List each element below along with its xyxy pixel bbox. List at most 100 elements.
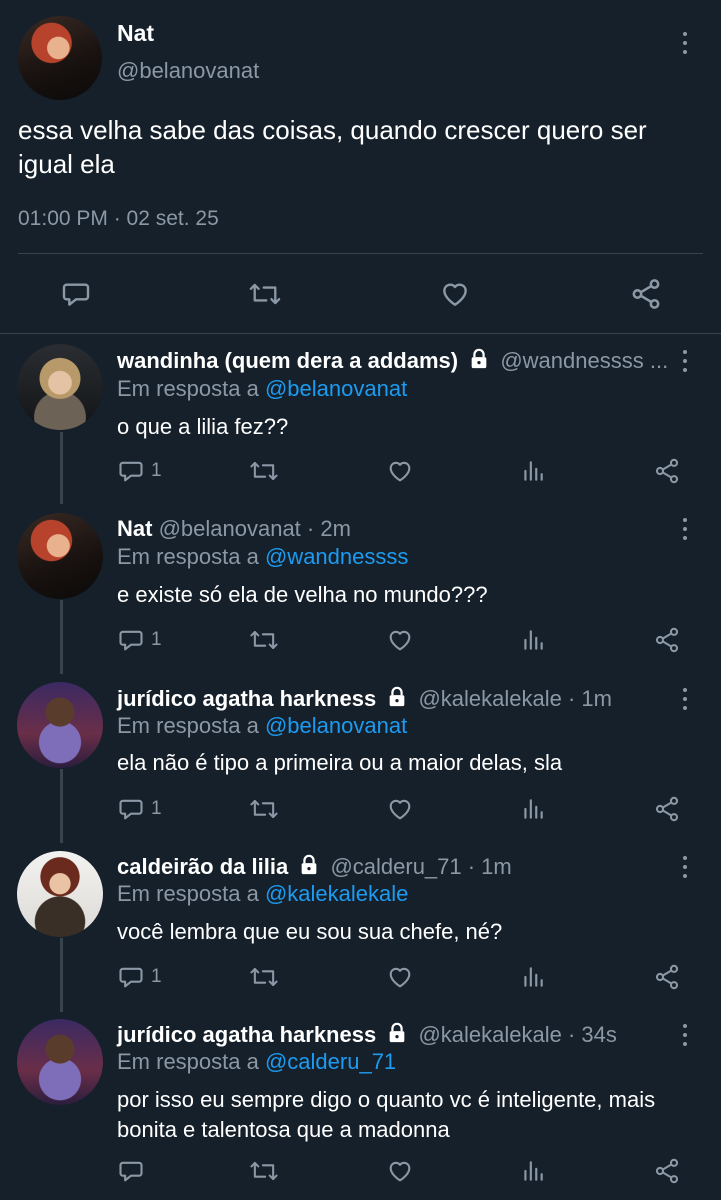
reply-button[interactable]: 1 [117,457,162,485]
author-handle[interactable]: @calderu_71 · 1m [330,854,511,879]
avatar[interactable] [18,16,102,100]
avatar[interactable] [17,851,103,937]
reply-header: caldeirão da lilia @calderu_71 · 1m [117,854,512,880]
like-button[interactable] [438,278,472,310]
share-button[interactable] [629,277,663,311]
reply-count: 1 [151,966,162,987]
share-icon [655,458,679,484]
retweet-button[interactable] [248,457,280,485]
like-button[interactable] [385,1157,415,1185]
author-handle[interactable]: @belanovanat [117,58,259,84]
analytics-icon [524,461,543,481]
avatar[interactable] [17,1019,103,1105]
share-button[interactable] [653,962,681,992]
retweet-button[interactable] [248,626,280,654]
reply-label: Em resposta a [117,881,259,906]
reply-button[interactable] [60,278,92,310]
retweet-button[interactable] [248,963,280,991]
speech-bubble-icon [119,630,143,651]
avatar[interactable] [17,344,103,430]
reply-count: 1 [151,460,162,481]
like-button[interactable] [385,626,415,654]
more-vertical-icon[interactable] [681,518,689,540]
analytics-icon [524,1161,543,1181]
retweet-icon [250,799,278,819]
divider [0,333,721,334]
heart-icon [389,1161,411,1182]
reply-label: Em resposta a [117,544,259,569]
share-button[interactable] [653,1156,681,1186]
reply-button[interactable]: 1 [117,626,162,654]
like-button[interactable] [385,457,415,485]
reply-header: wandinha (quem dera a addams) @wandnesss… [117,348,668,374]
heart-icon [389,967,411,988]
reply-count: 1 [151,798,162,819]
reply-context: Em resposta a @belanovanat [117,713,407,739]
share-icon [655,796,679,822]
analytics-button[interactable] [520,795,546,823]
mention-link[interactable]: @belanovanat [265,376,407,401]
reply-context: Em resposta a @wandnessss [117,544,408,570]
reply-context: Em resposta a @belanovanat [117,376,407,402]
mention-link[interactable]: @calderu_71 [265,1049,396,1074]
like-button[interactable] [385,963,415,991]
author-name[interactable]: wandinha (quem dera a addams) [117,348,458,373]
tweet-timestamp: 01:00 PM · 02 set. 25 [18,207,219,230]
thread-line [60,938,63,1012]
reply-label: Em resposta a [117,376,259,401]
analytics-button[interactable] [520,626,546,654]
author-name[interactable]: jurídico agatha harkness [117,1022,376,1047]
lock-icon [389,1022,405,1043]
speech-bubble-icon [119,461,143,482]
analytics-button[interactable] [520,457,546,485]
share-button[interactable] [653,794,681,824]
avatar[interactable] [17,682,103,768]
reply-label: Em resposta a [117,1049,259,1074]
like-button[interactable] [385,795,415,823]
more-vertical-icon[interactable] [681,688,689,710]
tweet-text: por isso eu sempre digo o quanto vc é in… [117,1087,656,1142]
tweet-text: ela não é tipo a primeira ou a maior del… [117,750,563,775]
more-vertical-icon[interactable] [681,1024,689,1046]
author-handle[interactable]: @kalekalekale · 34s [418,1022,616,1047]
author-name[interactable]: caldeirão da lilia [117,854,288,879]
analytics-icon [524,967,543,987]
analytics-button[interactable] [520,1157,546,1185]
speech-bubble-icon [119,1161,143,1182]
heart-icon [443,283,467,306]
author-name[interactable]: Nat [117,516,152,541]
share-button[interactable] [653,625,681,655]
avatar[interactable] [17,513,103,599]
retweet-button[interactable] [247,278,283,310]
reply-button[interactable] [117,1157,151,1185]
heart-icon [389,799,411,820]
author-handle[interactable]: @kalekalekale · 1m [418,686,612,711]
more-vertical-icon[interactable] [681,350,689,372]
retweet-icon [250,967,278,987]
mention-link[interactable]: @kalekalekale [265,881,408,906]
reply-button[interactable]: 1 [117,963,162,991]
tweet-text: você lembra que eu sou sua chefe, né? [117,919,503,944]
mention-link[interactable]: @belanovanat [265,713,407,738]
retweet-button[interactable] [248,795,280,823]
author-name[interactable]: Nat [117,20,154,47]
speech-bubble-icon [62,283,90,306]
lock-icon [471,348,487,369]
mention-link[interactable]: @wandnessss [265,544,408,569]
reply-label: Em resposta a [117,713,259,738]
more-vertical-icon[interactable] [681,856,689,878]
author-name[interactable]: jurídico agatha harkness [117,686,376,711]
share-button[interactable] [653,456,681,486]
more-vertical-icon[interactable] [681,32,689,54]
thread-line [60,432,63,504]
retweet-icon [249,283,281,305]
lock-icon [301,854,317,875]
reply-header: jurídico agatha harkness @kalekalekale ·… [117,686,612,712]
retweet-button[interactable] [248,1157,280,1185]
share-icon [655,1158,679,1184]
author-handle[interactable]: @belanovanat · 2m [159,516,351,541]
author-handle[interactable]: @wandnessss ... [500,348,668,373]
reply-button[interactable]: 1 [117,795,162,823]
analytics-button[interactable] [520,963,546,991]
divider [18,253,703,254]
